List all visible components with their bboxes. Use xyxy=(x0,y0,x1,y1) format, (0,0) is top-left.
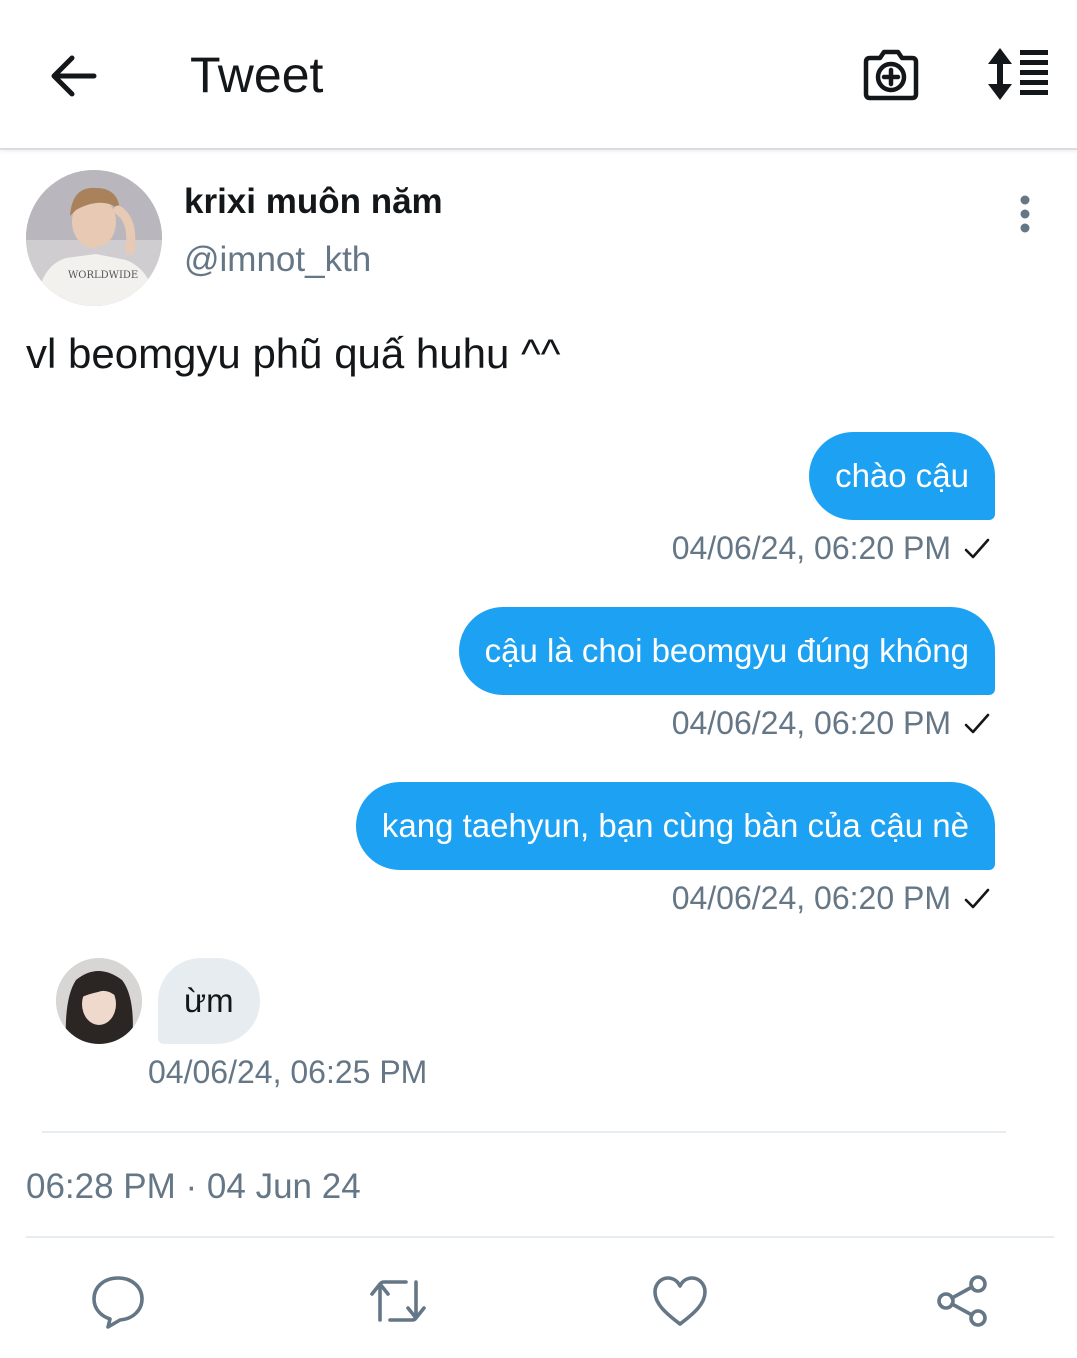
tweet-text: vl beomgyu phũ quấ huhu ^^ xyxy=(26,330,561,377)
sort-button[interactable] xyxy=(982,46,1052,102)
reply-icon xyxy=(92,1276,144,1329)
tweet-timestamp: 06:28 PM · 04 Jun 24 xyxy=(26,1167,361,1206)
message-time: 04/06/24, 06:20 PM xyxy=(671,880,951,916)
sender-avatar-image xyxy=(56,958,142,1044)
message-timestamp: 04/06/24, 06:20 PM xyxy=(672,705,991,742)
reply-button[interactable] xyxy=(88,1272,148,1330)
svg-text:WORLDWIDE: WORLDWIDE xyxy=(68,270,138,281)
like-button[interactable] xyxy=(650,1272,710,1330)
check-icon xyxy=(964,538,990,558)
message-bubble-incoming: ừm xyxy=(158,958,260,1044)
sender-avatar[interactable] xyxy=(56,958,142,1044)
check-icon xyxy=(964,888,990,908)
message-bubble-outgoing: kang taehyun, bạn cùng bàn của cậu nè xyxy=(355,782,995,870)
check-icon xyxy=(964,713,990,733)
page-title: Tweet xyxy=(190,47,324,103)
retweet-button[interactable] xyxy=(368,1272,428,1330)
message-time: 04/06/24, 06:25 PM xyxy=(148,1054,428,1090)
more-vertical-icon xyxy=(1020,195,1030,233)
message-bubble-outgoing: chào cậu xyxy=(809,432,995,520)
camera-button[interactable] xyxy=(860,44,922,106)
sort-list-icon xyxy=(988,48,1048,100)
divider xyxy=(42,1131,1006,1133)
back-button[interactable] xyxy=(44,48,104,104)
share-button[interactable] xyxy=(932,1272,992,1330)
display-name[interactable]: krixi muôn năm xyxy=(184,182,443,222)
camera-plus-icon xyxy=(863,49,919,101)
retweet-icon xyxy=(370,1280,426,1322)
avatar-image: WORLDWIDE xyxy=(26,170,162,306)
message-timestamp: 04/06/24, 06:20 PM xyxy=(672,530,991,567)
avatar[interactable]: WORLDWIDE xyxy=(26,170,162,306)
arrow-left-icon xyxy=(51,55,97,97)
share-icon xyxy=(937,1275,987,1327)
user-handle[interactable]: @imnot_kth xyxy=(184,240,371,280)
top-app-bar: Tweet xyxy=(0,0,1077,150)
divider xyxy=(26,1236,1054,1238)
message-bubble-outgoing: cậu là choi beomgyu đúng không xyxy=(458,607,995,695)
message-time: 04/06/24, 06:20 PM xyxy=(671,705,951,741)
message-time: 04/06/24, 06:20 PM xyxy=(671,530,951,566)
like-icon xyxy=(653,1276,707,1326)
more-options-button[interactable] xyxy=(1010,192,1040,236)
message-timestamp: 04/06/24, 06:20 PM xyxy=(672,880,991,917)
